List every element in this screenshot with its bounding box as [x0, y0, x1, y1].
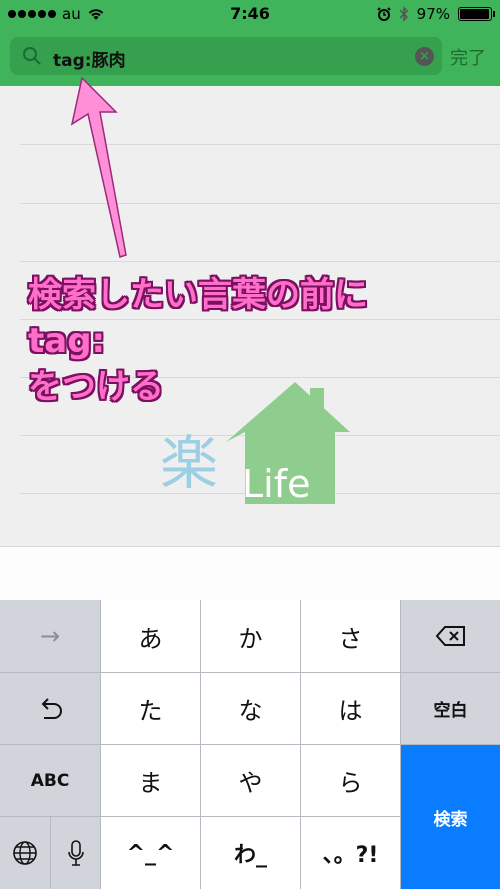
- key-a[interactable]: あ: [101, 600, 200, 672]
- search-input[interactable]: tag:豚肉 ×: [10, 37, 442, 75]
- clear-icon[interactable]: ×: [415, 47, 434, 66]
- key-ha[interactable]: は: [301, 673, 400, 744]
- done-button[interactable]: 完了: [450, 44, 486, 70]
- logo-word: Life: [242, 462, 311, 506]
- key-punctuation[interactable]: 、。?!: [301, 817, 400, 889]
- search-icon: [23, 47, 41, 65]
- microphone-icon: [67, 840, 84, 866]
- undo-icon: [41, 697, 62, 719]
- key-space[interactable]: 空白: [401, 673, 500, 744]
- annotation-line-2: tag:: [28, 321, 106, 361]
- key-ka[interactable]: か: [201, 600, 300, 672]
- bluetooth-icon: [399, 6, 408, 22]
- key-emoticon[interactable]: ^_^: [101, 817, 200, 889]
- header-bar: au 7:46 97% tag:豚肉 × 完了: [0, 0, 500, 86]
- key-search[interactable]: 検索: [401, 745, 500, 889]
- key-wa[interactable]: わ_: [201, 817, 300, 889]
- key-undo[interactable]: [0, 673, 100, 744]
- key-ra[interactable]: ら: [301, 745, 400, 816]
- annotation-line-1: 検索したい言葉の前に: [28, 275, 368, 315]
- key-na[interactable]: な: [201, 673, 300, 744]
- status-right: 97%: [376, 5, 495, 23]
- key-mic[interactable]: [51, 817, 100, 889]
- delete-icon: [435, 626, 465, 646]
- key-abc[interactable]: ABC: [0, 745, 100, 816]
- globe-icon: [13, 841, 37, 865]
- battery-percent: 97%: [416, 5, 450, 23]
- logo-kanji: 楽: [160, 429, 219, 497]
- keyboard: → あ か さ た な は 空白 ABC ま や ら 検索 ^_^ わ_ 、。?…: [0, 600, 500, 889]
- alarm-icon: [376, 7, 391, 21]
- logo: 楽 Life: [150, 378, 360, 508]
- key-ya[interactable]: や: [201, 745, 300, 816]
- status-bar: au 7:46 97%: [0, 0, 500, 30]
- key-ma[interactable]: ま: [101, 745, 200, 816]
- key-ta[interactable]: た: [101, 673, 200, 744]
- battery-fill: [460, 9, 490, 19]
- content-bottom-strip: [0, 546, 500, 600]
- key-globe[interactable]: [0, 817, 50, 889]
- key-sa[interactable]: さ: [301, 600, 400, 672]
- search-query-text: tag:豚肉: [53, 51, 126, 71]
- key-next-arrow[interactable]: →: [0, 600, 100, 672]
- key-delete[interactable]: [401, 600, 500, 672]
- battery-icon: [458, 7, 495, 21]
